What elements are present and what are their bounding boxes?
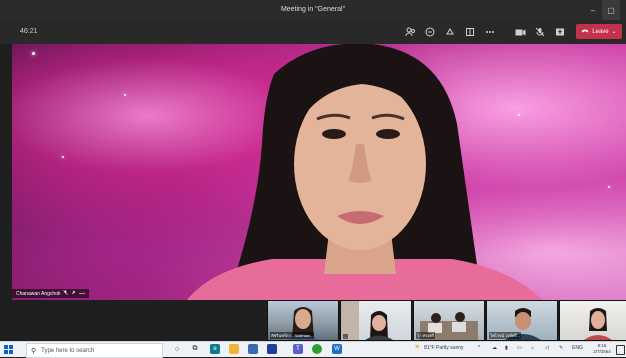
rooms-icon[interactable] bbox=[464, 26, 476, 38]
participant-label: ... bbox=[343, 334, 349, 339]
participant-thumbnail[interactable]: ... bbox=[340, 300, 412, 341]
participant-label: วา ทรงศรี bbox=[416, 332, 436, 339]
mic-icon[interactable]: ▮ bbox=[505, 345, 508, 351]
volume-icon[interactable]: ◁ bbox=[545, 345, 549, 351]
participant-thumbnail[interactable]: พัชรินทร์ดา - Sukthaw... bbox=[267, 300, 339, 341]
app-icon[interactable] bbox=[267, 344, 277, 354]
participant-video bbox=[584, 308, 612, 340]
maximize-button[interactable]: ▢ bbox=[602, 0, 620, 20]
pen-icon[interactable]: ✎ bbox=[559, 345, 563, 351]
windows-start-icon[interactable] bbox=[4, 345, 13, 354]
teams-icon[interactable]: T bbox=[293, 344, 303, 354]
pin-icon[interactable] bbox=[71, 290, 76, 297]
store-icon[interactable] bbox=[248, 344, 258, 354]
clock-date: 2/7/2564 bbox=[593, 349, 611, 354]
weather-icon: ☀ bbox=[414, 344, 421, 351]
language-indicator[interactable]: ENG bbox=[572, 345, 583, 351]
participant-label: พัชรินทร์ดา - Sukthaw... bbox=[270, 332, 314, 339]
onedrive-icon[interactable]: ☁ bbox=[492, 345, 497, 351]
search-placeholder: Type here to search bbox=[41, 347, 95, 354]
search-icon: ⚲ bbox=[31, 347, 37, 355]
chevron-down-icon[interactable]: ⌄ bbox=[612, 28, 617, 35]
word-icon[interactable]: W bbox=[332, 344, 342, 354]
edge-icon[interactable]: e bbox=[210, 344, 220, 354]
notification-icon[interactable] bbox=[616, 345, 625, 355]
participant-video bbox=[341, 301, 393, 340]
reactions-icon[interactable] bbox=[444, 26, 456, 38]
leave-button[interactable]: Leave ⌄ bbox=[576, 24, 622, 39]
task-view-icon[interactable]: ⧉ bbox=[190, 344, 200, 354]
chevron-up-icon[interactable]: ^ bbox=[478, 345, 480, 351]
mic-icon[interactable] bbox=[534, 26, 546, 38]
minimize-button[interactable]: – bbox=[584, 0, 602, 20]
window-title: Meeting in "General" bbox=[280, 6, 346, 13]
more-icon[interactable] bbox=[484, 26, 496, 38]
participant-thumbnail[interactable] bbox=[559, 300, 626, 341]
participant-thumbnail[interactable]: ไพโรจน์ วงษ์ศรี... bbox=[486, 300, 558, 341]
phone-icon bbox=[581, 28, 589, 35]
leave-label: Leave bbox=[592, 28, 609, 35]
participants-icon[interactable] bbox=[404, 26, 416, 38]
main-video bbox=[12, 44, 626, 300]
share-icon[interactable] bbox=[554, 26, 566, 38]
network-icon[interactable]: ⌂ bbox=[531, 345, 534, 351]
camera-icon[interactable] bbox=[514, 26, 526, 38]
file-explorer-icon[interactable] bbox=[229, 344, 239, 354]
participant-name-tag: Chanawan Angchok bbox=[12, 289, 90, 298]
chat-icon[interactable] bbox=[424, 26, 436, 38]
participant-video bbox=[187, 44, 542, 300]
more-icon[interactable] bbox=[79, 291, 86, 297]
clock[interactable]: 9:15 2/7/2564 bbox=[590, 343, 614, 355]
meeting-timer: 46:21 bbox=[20, 28, 38, 35]
window-title-bar: Meeting in "General" – ▢ bbox=[0, 0, 626, 20]
camera-icon[interactable]: ▭ bbox=[517, 345, 522, 351]
mic-muted-icon bbox=[63, 290, 69, 297]
taskbar: ⚲ Type here to search ○ ⧉ e T W ☀ 81°F P… bbox=[0, 341, 626, 358]
chrome-icon[interactable] bbox=[312, 344, 322, 354]
participant-name: Chanawan Angchok bbox=[16, 290, 61, 297]
meeting-toolbar: 46:21 Leave ⌄ bbox=[0, 20, 626, 44]
participant-label: ไพโรจน์ วงษ์ศรี... bbox=[489, 332, 521, 339]
participant-thumbnail[interactable]: วา ทรงศรี bbox=[413, 300, 485, 341]
cortana-icon[interactable]: ○ bbox=[172, 344, 182, 354]
weather-text[interactable]: 81°F Partly sunny bbox=[424, 345, 464, 351]
